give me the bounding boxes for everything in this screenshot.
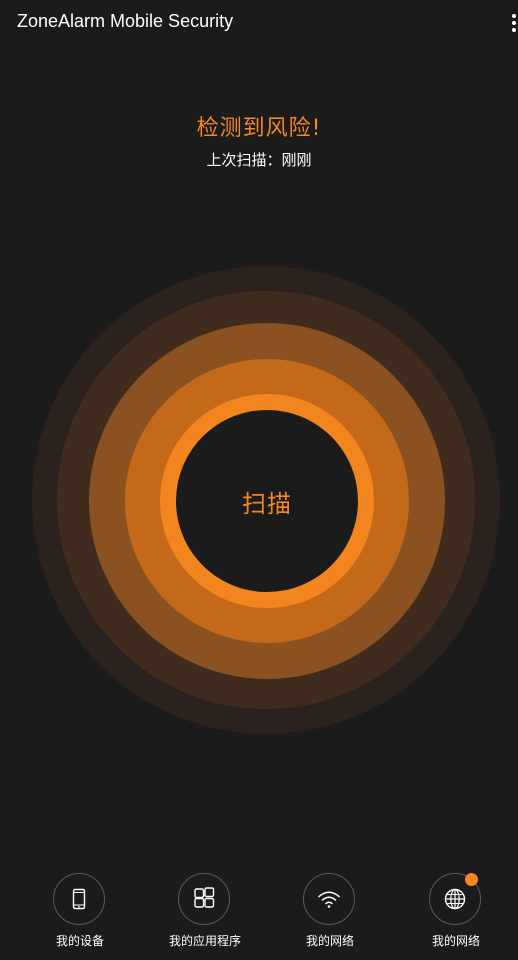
wifi-icon — [303, 873, 355, 925]
app-screen: ZoneAlarm Mobile Security 检测到风险! 上次扫描：刚刚… — [0, 0, 518, 960]
phone-icon — [53, 873, 105, 925]
last-scan-text: 上次扫描：刚刚 — [206, 151, 312, 169]
apps-grid-icon — [178, 873, 230, 925]
globe-icon — [429, 873, 481, 925]
nav-item-label: 我的设备 — [55, 934, 104, 948]
nav-item-label: 我的应用程序 — [168, 934, 241, 948]
nav-item-label: 我的网络 — [305, 934, 354, 948]
bottom-nav: 我的设备 我的应用程序 我的网络 我的网络 — [0, 868, 518, 960]
status-section: 检测到风险! 上次扫描：刚刚 — [0, 112, 518, 172]
nav-item-my-network[interactable]: 我的网络 — [275, 868, 385, 954]
overflow-menu-icon[interactable] — [510, 12, 518, 34]
scan-button[interactable]: 扫描 — [160, 394, 374, 608]
risk-detected-title: 检测到风险! — [196, 116, 322, 141]
scan-button-label: 扫描 — [242, 489, 292, 518]
alert-badge — [465, 873, 478, 886]
app-title: ZoneAlarm Mobile Security — [17, 11, 234, 31]
nav-item-my-apps[interactable]: 我的应用程序 — [150, 868, 260, 954]
nav-item-my-device[interactable]: 我的设备 — [25, 868, 135, 954]
nav-item-label: 我的网络 — [431, 934, 480, 948]
nav-item-my-web[interactable]: 我的网络 — [401, 868, 511, 954]
scan-button-inner[interactable]: 扫描 — [176, 410, 358, 592]
app-bar: ZoneAlarm Mobile Security — [0, 0, 518, 46]
